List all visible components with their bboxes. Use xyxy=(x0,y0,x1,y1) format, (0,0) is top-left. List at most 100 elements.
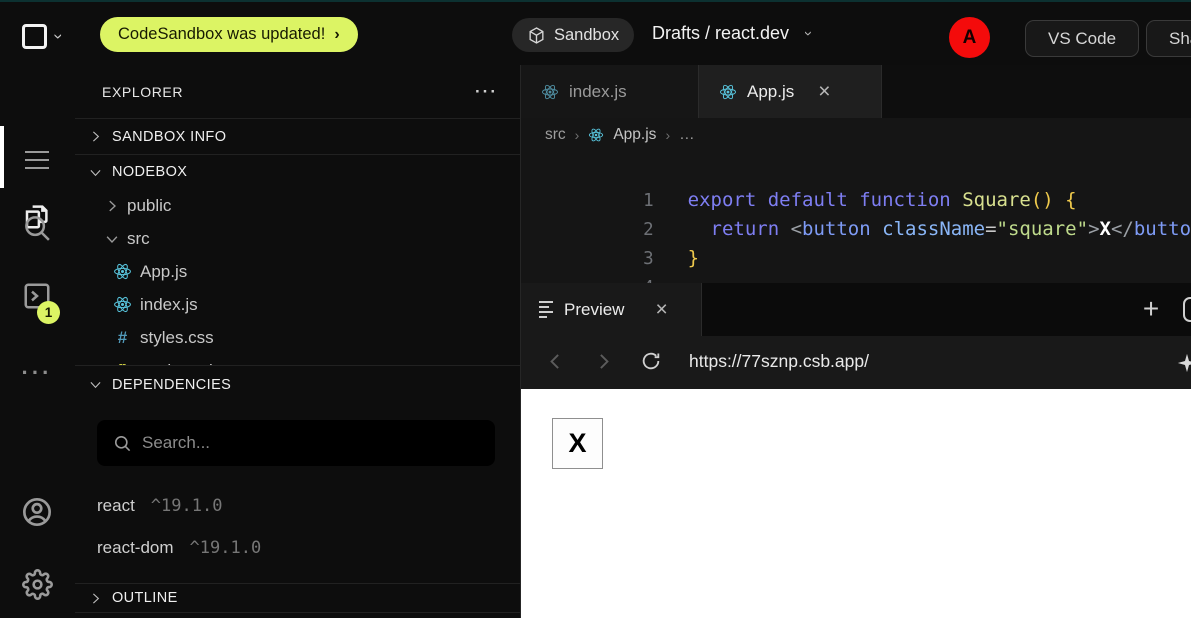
close-preview-icon[interactable]: × xyxy=(655,298,667,322)
code-token: X xyxy=(1100,218,1111,240)
tab-label: index.js xyxy=(569,82,627,102)
folder-label: src xyxy=(127,229,150,249)
tab-label: App.js xyxy=(747,82,794,102)
chevron-right-icon xyxy=(87,128,104,145)
search-icon[interactable] xyxy=(21,212,53,244)
react-file-icon xyxy=(719,83,737,101)
workspace-menu-chevron-icon[interactable]: › xyxy=(50,34,67,40)
explorer-title: EXPLORER xyxy=(102,84,183,100)
sandbox-badge-label: Sandbox xyxy=(554,26,619,45)
cube-icon xyxy=(527,26,546,45)
share-button-label: Sha xyxy=(1169,29,1191,49)
menu-hamburger-icon[interactable] xyxy=(21,144,53,176)
file-label: App.js xyxy=(140,262,187,282)
preview-header: Preview × + xyxy=(521,283,1191,336)
css-file-icon: # xyxy=(113,328,132,348)
project-breadcrumb-label: Drafts / react.dev xyxy=(652,23,789,44)
chevron-right-icon: › xyxy=(575,127,580,143)
preview-list-icon xyxy=(539,301,553,318)
dependency-name: react xyxy=(97,496,135,516)
code-token xyxy=(871,218,882,240)
active-view-indicator xyxy=(0,126,4,188)
add-devtool-icon[interactable]: + xyxy=(1134,293,1168,325)
banner-chevron-icon: › xyxy=(334,26,339,44)
editor-tab-bar: index.js App.js × xyxy=(521,65,1191,118)
section-nodebox-label: NODEBOX xyxy=(112,164,187,180)
tab-appjs-active[interactable]: App.js × xyxy=(699,65,882,118)
preview-url[interactable]: https://77sznp.csb.app/ xyxy=(689,351,869,372)
file-row-packagejson[interactable]: {} package.json xyxy=(75,354,520,365)
code-token: button xyxy=(1134,218,1191,240)
folder-row-public[interactable]: public xyxy=(75,189,520,222)
file-label: styles.css xyxy=(140,328,214,348)
project-breadcrumb[interactable]: Drafts / react.dev › xyxy=(652,23,811,44)
breadcrumb-folder[interactable]: src xyxy=(545,126,566,144)
dependency-row[interactable]: react-dom ^19.1.0 xyxy=(97,531,261,565)
explorer-more-icon[interactable]: ··· xyxy=(475,82,498,102)
share-button[interactable]: Sha xyxy=(1146,20,1191,57)
breadcrumb[interactable]: src › App.js › … xyxy=(521,118,1191,152)
code-token: className xyxy=(882,218,985,240)
search-icon xyxy=(113,434,132,453)
code-token: </ xyxy=(1111,218,1134,240)
code-token: > xyxy=(1088,218,1099,240)
chevron-right-icon xyxy=(87,590,104,607)
preview-square-button[interactable]: X xyxy=(552,418,603,469)
dependency-search[interactable] xyxy=(97,420,495,466)
close-tab-icon[interactable]: × xyxy=(818,80,830,104)
settings-gear-icon[interactable] xyxy=(21,568,53,600)
update-banner-button[interactable]: CodeSandbox was updated! › xyxy=(100,17,358,52)
more-tools-icon[interactable]: ··· xyxy=(21,357,53,389)
file-row-stylescss[interactable]: # styles.css xyxy=(75,321,520,354)
section-sandbox-info-label: SANDBOX INFO xyxy=(112,129,226,145)
sandbox-type-badge[interactable]: Sandbox xyxy=(512,18,634,52)
file-row-appjs[interactable]: App.js xyxy=(75,255,520,288)
nav-forward-icon[interactable] xyxy=(593,351,614,377)
refresh-icon[interactable] xyxy=(640,350,662,377)
tab-indexjs[interactable]: index.js xyxy=(521,65,699,118)
top-bar: › CodeSandbox was updated! › Sandbox Dra… xyxy=(0,2,1191,65)
code-line: 1export default function Square() { xyxy=(521,157,1191,186)
section-dependencies-label: DEPENDENCIES xyxy=(112,377,231,393)
code-token: () { xyxy=(1031,189,1077,211)
preview-square-label: X xyxy=(568,428,586,459)
dependency-row[interactable]: react ^19.1.0 xyxy=(97,489,222,523)
react-file-icon xyxy=(113,262,132,281)
code-token: = xyxy=(985,218,996,240)
section-outline-label: OUTLINE xyxy=(112,590,178,606)
codesandbox-logo-icon[interactable] xyxy=(22,24,47,49)
file-row-indexjs[interactable]: index.js xyxy=(75,288,520,321)
file-tree: public src App.js index.js # styles.c xyxy=(75,189,520,365)
explorer-header: EXPLORER ··· xyxy=(75,65,520,118)
open-in-vscode-button[interactable]: VS Code xyxy=(1025,20,1139,57)
dependency-search-input[interactable] xyxy=(142,433,472,453)
line-number: 1 xyxy=(590,187,654,216)
preview-tab[interactable]: Preview × xyxy=(521,283,702,336)
account-icon[interactable] xyxy=(21,496,53,528)
section-nodebox[interactable]: NODEBOX xyxy=(75,155,520,189)
vscode-button-label: VS Code xyxy=(1048,29,1116,49)
breadcrumb-file[interactable]: App.js xyxy=(613,126,656,144)
code-editor[interactable]: 1export default function Square() { 2 re… xyxy=(521,152,1191,283)
preview-pane: X xyxy=(521,389,1191,618)
avatar[interactable]: A xyxy=(949,17,990,58)
breadcrumb-more[interactable]: … xyxy=(679,126,695,144)
chevron-down-icon xyxy=(87,164,104,181)
line-number: 2 xyxy=(590,216,654,245)
dependency-version: ^19.1.0 xyxy=(151,496,223,516)
section-outline[interactable]: OUTLINE xyxy=(75,583,520,613)
section-dependencies[interactable]: DEPENDENCIES xyxy=(75,365,520,403)
devtools-count: 1 xyxy=(45,305,53,320)
folder-row-src[interactable]: src xyxy=(75,222,520,255)
dependency-version: ^19.1.0 xyxy=(190,538,262,558)
layout-icon-partial[interactable] xyxy=(1183,297,1191,322)
sparkle-ai-icon[interactable] xyxy=(1176,352,1191,379)
code-token: return xyxy=(688,218,791,240)
dependency-name: react-dom xyxy=(97,538,174,558)
project-menu-chevron-icon: › xyxy=(801,31,816,36)
nav-back-icon[interactable] xyxy=(545,351,566,377)
section-sandbox-info[interactable]: SANDBOX INFO xyxy=(75,118,520,155)
code-token: "square" xyxy=(997,218,1089,240)
editor-column: index.js App.js × src › App.js › … 1expo… xyxy=(521,65,1191,618)
chevron-down-icon xyxy=(103,230,121,248)
